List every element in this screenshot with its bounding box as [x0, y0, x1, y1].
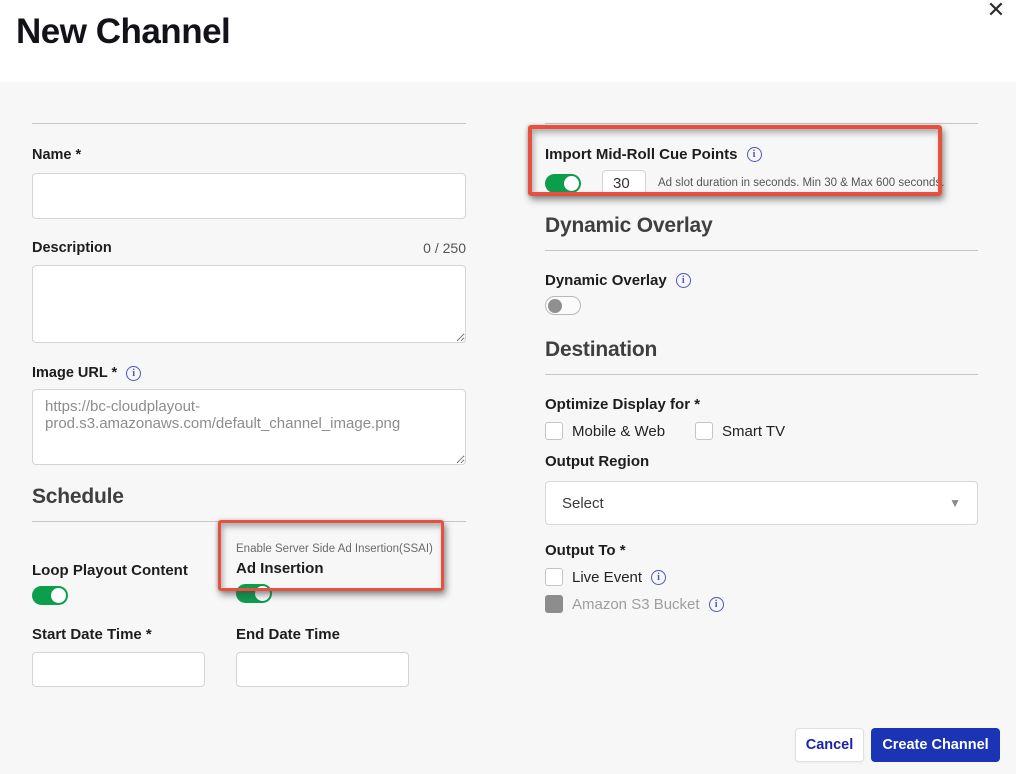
output-option-amazon-s3: Amazon S3 Bucket i [545, 595, 978, 613]
checkbox-label: Amazon S3 Bucket [572, 596, 700, 613]
ad-insertion-group: Enable Server Side Ad Insertion(SSAI) Ad… [236, 535, 440, 603]
toggle-knob [548, 299, 562, 313]
loop-playout-toggle[interactable] [32, 586, 68, 605]
toggle-knob [564, 176, 579, 191]
end-date-label: End Date Time [236, 626, 440, 643]
ad-insertion-toggle[interactable] [236, 584, 272, 603]
midroll-help: Ad slot duration in seconds. Min 30 & Ma… [658, 177, 944, 189]
toggle-knob [255, 586, 270, 601]
char-counter: 0 / 250 [423, 240, 466, 256]
divider [545, 250, 978, 251]
end-date-input[interactable] [236, 652, 409, 687]
loop-playout-group: Loop Playout Content [32, 535, 236, 605]
checkbox-label: Smart TV [722, 423, 785, 440]
destination-heading: Destination [545, 338, 978, 362]
checkbox-label: Live Event [572, 569, 642, 586]
checkbox-smart-tv[interactable] [695, 422, 713, 440]
divider [545, 123, 978, 124]
cancel-button[interactable]: Cancel [795, 728, 864, 762]
divider [32, 521, 466, 522]
loop-playout-label: Loop Playout Content [32, 562, 236, 579]
optimize-display-label: Optimize Display for * [545, 396, 978, 413]
image-url-textarea[interactable] [32, 389, 466, 465]
optimize-option-smart-tv: Smart TV [695, 422, 785, 440]
output-to-label: Output To * [545, 542, 978, 559]
midroll-toggle[interactable] [545, 174, 581, 193]
close-icon[interactable]: ✕ [984, 0, 1008, 22]
chevron-down-icon: ▼ [949, 496, 961, 510]
ad-slot-duration-input[interactable] [602, 170, 646, 196]
info-icon[interactable]: i [709, 597, 724, 612]
divider [32, 123, 466, 124]
start-date-label: Start Date Time * [32, 626, 236, 643]
optimize-option-mobile-web: Mobile & Web [545, 422, 695, 440]
dynamic-overlay-label: Dynamic Overlay [545, 272, 667, 289]
description-label: Description [32, 240, 112, 256]
dialog-header: New Channel ✕ [0, 0, 1016, 82]
create-channel-button[interactable]: Create Channel [871, 728, 1000, 762]
divider [545, 374, 978, 375]
checkbox-amazon-s3 [545, 595, 563, 613]
select-value: Select [562, 495, 604, 512]
dynamic-overlay-heading: Dynamic Overlay [545, 214, 978, 238]
checkbox-live-event[interactable] [545, 568, 563, 586]
output-region-label: Output Region [545, 453, 978, 470]
dynamic-overlay-toggle[interactable] [545, 296, 581, 315]
info-icon[interactable]: i [651, 570, 666, 585]
page-title: New Channel [16, 12, 230, 52]
left-column: Name * Description 0 / 250 Image URL * i… [32, 82, 466, 687]
name-input[interactable] [32, 173, 466, 219]
schedule-heading: Schedule [32, 485, 466, 509]
right-column: Import Mid-Roll Cue Points i Ad slot dur… [545, 82, 978, 613]
description-textarea[interactable] [32, 265, 466, 343]
info-icon[interactable]: i [747, 147, 762, 162]
image-url-label: Image URL * [32, 365, 117, 381]
output-region-select[interactable]: Select ▼ [545, 481, 978, 525]
ad-insertion-label: Ad Insertion [236, 560, 440, 577]
midroll-label: Import Mid-Roll Cue Points [545, 146, 738, 163]
start-date-input[interactable] [32, 652, 205, 687]
name-label: Name * [32, 147, 466, 163]
ssai-hint: Enable Server Side Ad Insertion(SSAI) [236, 543, 440, 555]
info-icon[interactable]: i [676, 273, 691, 288]
info-icon[interactable]: i [126, 366, 141, 381]
output-option-live-event: Live Event i [545, 568, 978, 586]
checkbox-label: Mobile & Web [572, 423, 665, 440]
toggle-knob [51, 588, 66, 603]
checkbox-mobile-web[interactable] [545, 422, 563, 440]
